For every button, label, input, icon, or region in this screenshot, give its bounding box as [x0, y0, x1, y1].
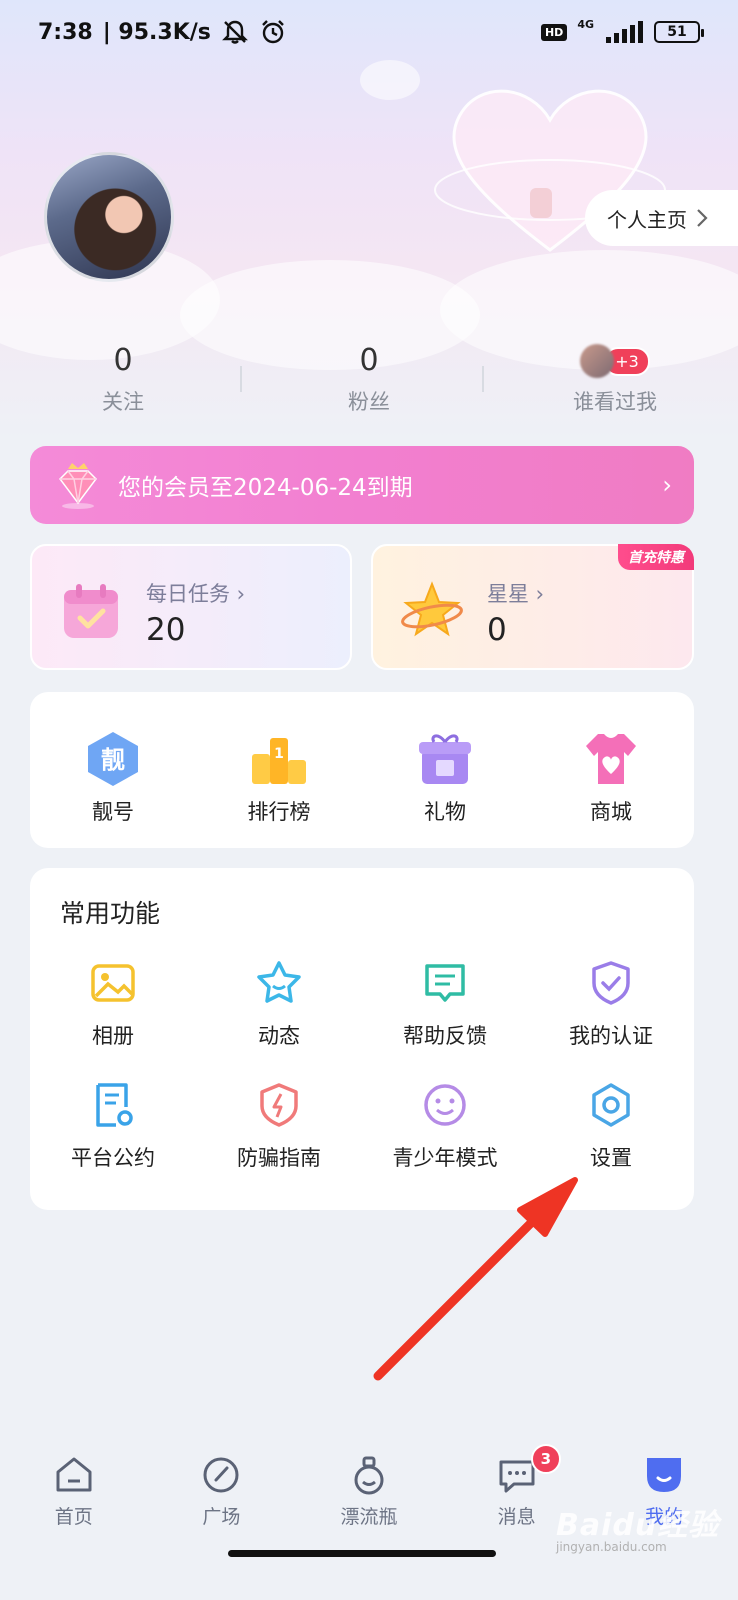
chevron-right-icon: [697, 209, 708, 227]
home-indicator[interactable]: [228, 1550, 496, 1557]
function-verification[interactable]: 我的认证: [528, 958, 694, 1050]
function-label: 防骗指南: [237, 1146, 321, 1170]
function-album[interactable]: 相册: [30, 958, 196, 1050]
calendar-check-icon: [64, 584, 118, 638]
stat-following[interactable]: 0 关注: [0, 340, 246, 430]
red-arrow-annotation: [373, 1177, 578, 1381]
quick-item-label: 靓号: [92, 800, 134, 824]
tab-drift-bottle[interactable]: 漂流瓶: [295, 1444, 443, 1544]
tab-square[interactable]: 广场: [148, 1444, 296, 1544]
common-functions-panel: 常用功能 相册 动态 帮助反馈 我的认证 平台公约 防骗指南 青少年模式 设置: [30, 868, 694, 1210]
status-bar: 7:38 | 95.3K/s HD 4G 51: [0, 0, 738, 64]
me-icon: [647, 1458, 682, 1492]
function-label: 相册: [92, 1024, 134, 1048]
divider: [482, 366, 484, 392]
network-speed: | 95.3K/s: [102, 19, 211, 45]
svg-text:1: 1: [274, 746, 284, 762]
stat-label: 谁看过我: [573, 390, 657, 414]
personal-homepage-label: 个人主页: [607, 207, 687, 232]
tab-label: 消息: [497, 1506, 536, 1528]
watermark-text: Baidu经验: [556, 1508, 720, 1543]
compass-icon: [203, 1457, 239, 1493]
function-label: 青少年模式: [392, 1146, 498, 1170]
anti-fraud-icon: [260, 1083, 298, 1127]
stars-title: 星星 ›: [487, 582, 545, 606]
daily-task-title: 每日任务 ›: [146, 582, 246, 606]
function-feedback[interactable]: 帮助反馈: [362, 958, 528, 1050]
divider: [240, 366, 242, 392]
quick-item-pretty-number[interactable]: 靓 靓号: [30, 692, 196, 848]
quick-item-label: 礼物: [424, 800, 466, 824]
daily-task-card[interactable]: 每日任务 › 20: [30, 544, 352, 670]
stat-value: 0: [113, 343, 133, 378]
function-label: 设置: [590, 1146, 632, 1170]
verify-icon: [592, 961, 630, 1005]
quick-actions-panel: 靓 靓号 1 排行榜 礼物 商城: [30, 692, 694, 848]
vip-expiry-text: 您的会员至2024-06-24到期: [118, 475, 413, 501]
chevron-right-icon: ›: [662, 471, 672, 499]
bottle-icon: [354, 1456, 384, 1495]
quick-item-label: 排行榜: [247, 800, 311, 824]
function-label: 动态: [258, 1024, 300, 1048]
stat-fans[interactable]: 0 粉丝: [246, 340, 492, 430]
signal-icon: [606, 21, 643, 43]
stars-card[interactable]: 首充特惠 星星 › 0: [371, 544, 694, 670]
gift-icon: [419, 734, 471, 784]
stat-value: 0: [359, 343, 379, 378]
function-settings[interactable]: 设置: [528, 1080, 694, 1172]
first-recharge-tag: 首充特惠: [618, 544, 694, 570]
stat-label: 粉丝: [348, 390, 390, 414]
moments-icon: [257, 961, 301, 1003]
album-icon: [91, 964, 135, 1002]
teen-mode-icon: [424, 1084, 466, 1126]
quick-item-gift[interactable]: 礼物: [362, 692, 528, 848]
function-convention[interactable]: 平台公约: [30, 1080, 196, 1172]
leaderboard-icon: 1: [252, 738, 306, 784]
stat-label: 关注: [102, 390, 144, 414]
avatar[interactable]: [44, 152, 174, 282]
diamond-crown-icon: [59, 463, 97, 509]
quick-item-leaderboard[interactable]: 1 排行榜: [196, 692, 362, 848]
vip-expiry-banner[interactable]: 您的会员至2024-06-24到期 ›: [30, 446, 694, 524]
visitor-avatar: [580, 344, 615, 378]
stars-value: 0: [487, 612, 507, 648]
status-time: 7:38: [38, 19, 93, 45]
watermark-url: jingyan.baidu.com: [556, 1540, 667, 1554]
function-moments[interactable]: 动态: [196, 958, 362, 1050]
feedback-icon: [425, 964, 465, 1002]
visitor-avatars: +3: [580, 340, 650, 382]
convention-icon: [96, 1083, 133, 1127]
function-teen-mode[interactable]: 青少年模式: [362, 1080, 528, 1172]
message-count-badge: 3: [530, 1444, 561, 1474]
personal-homepage-button[interactable]: 个人主页: [585, 190, 738, 246]
profile-stats: 0 关注 0 粉丝 +3 谁看过我: [0, 340, 738, 430]
function-label: 我的认证: [569, 1024, 653, 1048]
section-title: 常用功能: [60, 899, 161, 928]
tab-home[interactable]: 首页: [0, 1444, 148, 1544]
shop-icon: [586, 734, 636, 784]
quick-item-label: 商城: [590, 800, 632, 824]
stat-visitors[interactable]: +3 谁看过我: [492, 340, 738, 430]
function-label: 帮助反馈: [403, 1024, 487, 1048]
function-grid: 相册 动态 帮助反馈 我的认证 平台公约 防骗指南 青少年模式 设置: [30, 958, 694, 1172]
star-planet-icon: [401, 581, 463, 637]
battery-level: 51: [667, 24, 687, 40]
svg-text:靓: 靓: [101, 746, 125, 774]
alarm-icon: [262, 20, 284, 44]
tab-label: 漂流瓶: [340, 1506, 398, 1528]
home-icon: [56, 1457, 92, 1492]
cloud-decoration: [360, 60, 420, 100]
tab-label: 首页: [54, 1506, 93, 1528]
network-type: 4G: [577, 17, 594, 31]
tab-label: 广场: [202, 1506, 241, 1528]
settings-icon: [592, 1083, 630, 1127]
function-label: 平台公约: [71, 1146, 155, 1170]
hd-badge: HD: [540, 23, 568, 41]
battery-icon: 51: [654, 21, 704, 43]
function-anti-fraud[interactable]: 防骗指南: [196, 1080, 362, 1172]
bell-muted-icon: [221, 20, 248, 44]
pretty-number-icon: 靓: [88, 732, 138, 786]
daily-task-value: 20: [146, 612, 186, 648]
quick-item-shop[interactable]: 商城: [528, 692, 694, 848]
